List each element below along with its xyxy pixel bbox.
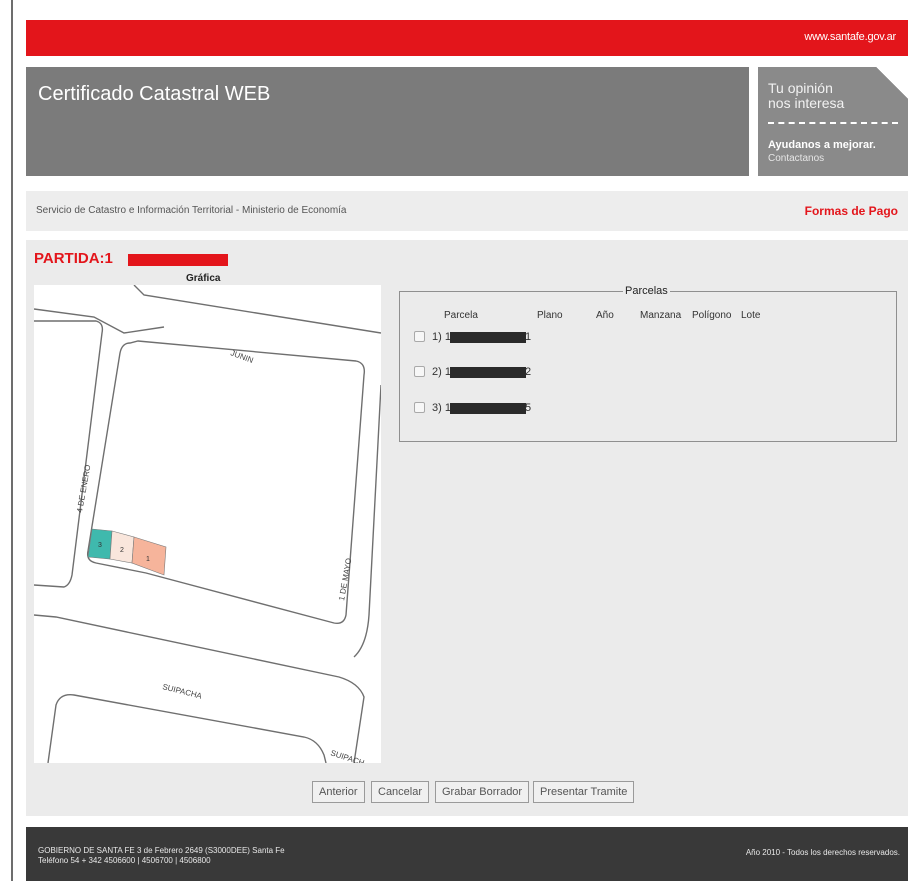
- block-outline: [86, 340, 366, 625]
- page-curl-icon: [876, 67, 908, 99]
- page-border: [11, 0, 13, 881]
- column-header-manzana: Manzana: [640, 310, 682, 321]
- top-bar: www.santafe.gov.ar: [26, 20, 908, 56]
- partida-label: PARTIDA:1: [34, 250, 113, 267]
- partida-redaction: [128, 254, 228, 266]
- feedback-line-1: Tu opinión: [768, 80, 833, 96]
- lot-2-label: 2: [120, 547, 124, 554]
- footer-copyright: Año 2010 - Todos los derechos reservados…: [745, 848, 900, 857]
- parcela-suffix: 1: [525, 331, 532, 343]
- street-edge: [34, 614, 365, 763]
- street-edge: [353, 384, 381, 658]
- anterior-button[interactable]: Anterior: [312, 781, 365, 803]
- cadastral-map[interactable]: 3 2 1 JUNIN 4 DE ENERO 1 DE MAYO SUIPACH…: [34, 285, 381, 763]
- feedback-cta[interactable]: Ayudanos a mejorar.: [768, 139, 876, 151]
- page-title: Certificado Catastral WEB: [38, 83, 271, 105]
- column-header-parcela: Parcela: [444, 310, 478, 321]
- parcelas-legend: Parcelas: [623, 285, 670, 297]
- feedback-line-2: nos interesa: [768, 95, 845, 111]
- column-header-anio: Año: [596, 310, 614, 321]
- grabar-borrador-button[interactable]: Grabar Borrador: [435, 781, 530, 803]
- parcela-redaction: [450, 367, 526, 378]
- feedback-divider: [768, 122, 898, 124]
- contact-link[interactable]: Contactanos: [768, 153, 824, 164]
- site-url-link[interactable]: www.santafe.gov.ar: [804, 31, 896, 43]
- street-suipacha-2: SUIPACH: [329, 748, 365, 763]
- street-1-de-mayo: 1 DE MAYO: [337, 557, 353, 601]
- footer-address: GOBIERNO DE SANTA FE 3 de Febrero 2649 (…: [38, 846, 285, 855]
- parcela-prefix: 1) 1: [432, 331, 451, 343]
- street-edge: [47, 694, 327, 763]
- header-banner: Certificado Catastral WEB: [26, 67, 749, 176]
- formas-de-pago-link[interactable]: Formas de Pago: [805, 204, 898, 218]
- footer: GOBIERNO DE SANTA FE 3 de Febrero 2649 (…: [26, 827, 908, 881]
- parcela-checkbox[interactable]: [414, 402, 425, 413]
- column-header-lote: Lote: [741, 310, 761, 321]
- parcela-suffix: 5: [525, 402, 532, 414]
- street-edge: [133, 285, 381, 334]
- street-suipacha: SUIPACHA: [162, 682, 204, 701]
- parcela-prefix: 2) 1: [432, 366, 451, 378]
- parcela-checkbox[interactable]: [414, 366, 425, 377]
- parcela-redaction: [450, 332, 526, 343]
- parcela-redaction: [450, 403, 526, 414]
- cancelar-button[interactable]: Cancelar: [371, 781, 430, 803]
- lot-3-label: 3: [98, 542, 102, 549]
- service-bar: Servicio de Catastro e Información Terri…: [26, 191, 908, 231]
- street-4-de-enero: 4 DE ENERO: [75, 464, 92, 513]
- column-header-poligono: Polígono: [692, 310, 732, 321]
- service-name: Servicio de Catastro e Información Terri…: [36, 205, 347, 216]
- map-svg: 3 2 1 JUNIN 4 DE ENERO 1 DE MAYO SUIPACH…: [34, 285, 381, 763]
- parcela-checkbox[interactable]: [414, 331, 425, 342]
- footer-phone: Teléfono 54 + 342 4506600 | 4506700 | 45…: [38, 856, 211, 865]
- feedback-box[interactable]: Tu opinión nos interesa Ayudanos a mejor…: [758, 67, 908, 176]
- lot-1-label: 1: [146, 556, 150, 563]
- parcela-suffix: 2: [525, 366, 532, 378]
- grafica-label: Gráfica: [186, 273, 221, 284]
- parcela-prefix: 3) 1: [432, 402, 451, 414]
- column-header-plano: Plano: [537, 310, 563, 321]
- presentar-tramite-button[interactable]: Presentar Tramite: [533, 781, 635, 803]
